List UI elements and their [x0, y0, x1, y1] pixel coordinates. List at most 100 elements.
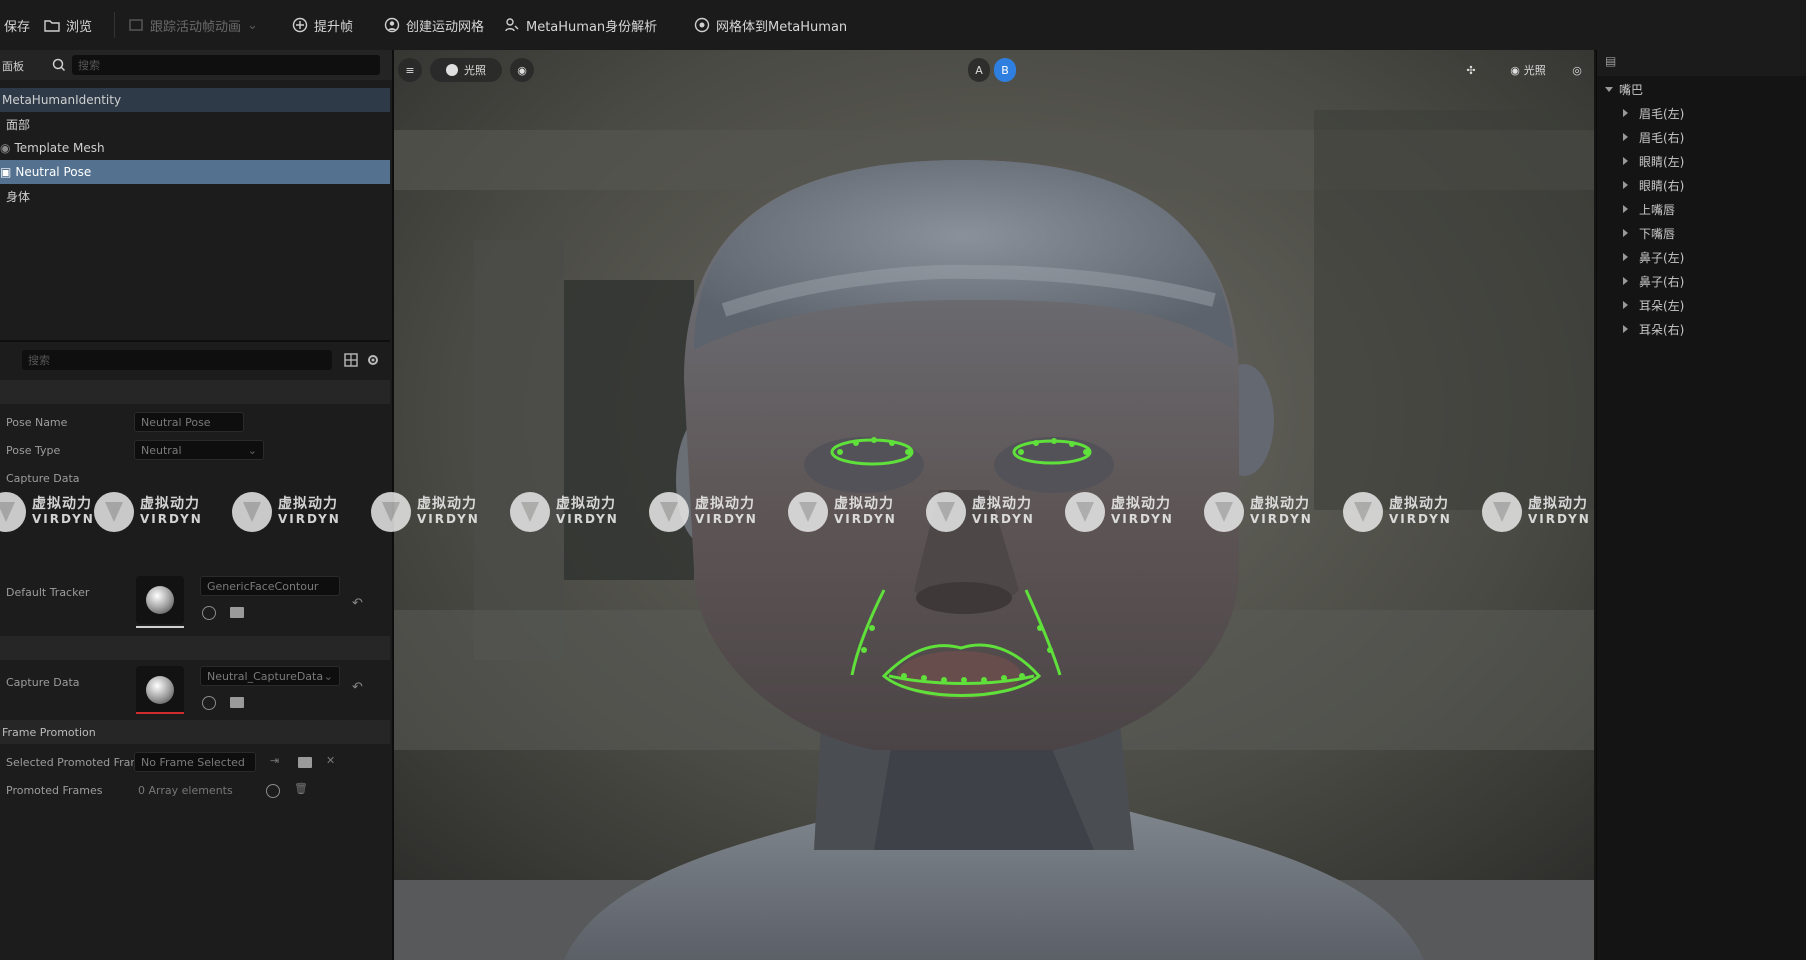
mesh-to-metahuman-icon	[694, 17, 710, 33]
landmark-item[interactable]: 眉毛(左)	[1597, 102, 1806, 124]
watermark: 虚拟动力VIRDYN	[371, 492, 480, 532]
chevron-down-icon	[1605, 86, 1613, 92]
grid-view-icon[interactable]	[344, 353, 358, 367]
chevron-right-icon	[1623, 205, 1628, 213]
search-icon	[52, 58, 66, 72]
ab-compare-b-button[interactable]: B	[994, 58, 1016, 82]
tree-item-label: 身体	[6, 189, 31, 204]
viewport-options-button[interactable]: ◎	[1566, 58, 1588, 82]
metahuman-identity-solve-icon	[505, 18, 519, 32]
tree-item-label: MetaHumanIdentity	[2, 93, 122, 107]
default-tracker-label: Default Tracker	[6, 585, 90, 599]
virdyn-logo	[926, 492, 966, 532]
landmark-item[interactable]: 眼睛(右)	[1597, 174, 1806, 196]
tracker-thumbnail[interactable]	[136, 576, 184, 624]
landmark-item[interactable]: 鼻子(左)	[1597, 246, 1806, 268]
create-mesh-button[interactable]: 创建运动网格	[384, 14, 484, 36]
show-flags-button[interactable]: ◉	[510, 58, 534, 82]
folder-icon[interactable]	[230, 697, 244, 708]
view-mode-label: 光照	[464, 64, 486, 77]
create-mesh-label: 创建运动网格	[406, 19, 485, 35]
virdyn-logo	[649, 492, 689, 532]
main-toolbar: 保存 浏览 跟踪活动帧动画 ⌄ 提升帧 创建运动网格 MetaHuman身份解析…	[0, 0, 1806, 51]
watermark-cn: 虚拟动力	[834, 496, 894, 512]
selected-promoted-frame-dropdown[interactable]: No Frame Selected	[134, 752, 256, 772]
capture-data-header-row: Capture Data	[0, 464, 390, 492]
tree-item-label: Template Mesh	[14, 141, 105, 155]
reset-icon[interactable]: ↶	[352, 596, 363, 611]
add-element-icon[interactable]	[266, 784, 280, 798]
metahuman-identity-solve-button[interactable]: MetaHuman身份解析	[504, 14, 657, 36]
outliner-search-input[interactable]: 搜索	[72, 55, 380, 75]
tree-item-metahuman-identity[interactable]: MetaHumanIdentity	[0, 88, 390, 112]
landmark-item[interactable]: 眉毛(右)	[1597, 126, 1806, 148]
lighting-toggle-button[interactable]: ◉ 光照	[1498, 58, 1558, 82]
default-tracker-dropdown[interactable]: GenericFaceContour	[200, 576, 340, 596]
landmark-panel: ▤ 嘴巴 眉毛(左) 眉毛(右) 眼睛(左) 眼睛(右) 上嘴唇 下嘴唇 鼻子(…	[1596, 50, 1806, 960]
landmark-item[interactable]: 眼睛(左)	[1597, 150, 1806, 172]
selected-promoted-frame-value: No Frame Selected	[141, 755, 245, 769]
close-icon[interactable]: ✕	[326, 754, 335, 767]
reset-icon[interactable]: ↶	[352, 680, 363, 695]
tree-item-body[interactable]: 身体	[0, 184, 390, 208]
promote-frame-icon	[292, 17, 308, 33]
view-mode-button[interactable]: 光照	[430, 58, 502, 82]
watermark-en: VIRDYN	[972, 512, 1035, 526]
lit-sphere-icon	[446, 64, 458, 76]
pose-name-field[interactable]: Neutral Pose	[134, 412, 244, 432]
landmark-item[interactable]: 耳朵(右)	[1597, 318, 1806, 340]
folder-icon[interactable]	[298, 757, 312, 768]
landmark-item[interactable]: 上嘴唇	[1597, 198, 1806, 220]
browse-asset-icon[interactable]	[202, 606, 216, 620]
tree-item-template-mesh[interactable]: ◉ Template Mesh	[0, 136, 390, 160]
browse-asset-icon[interactable]	[202, 696, 216, 710]
pose-type-dropdown[interactable]: Neutral ⌄	[134, 440, 264, 460]
viewport-menu-button[interactable]: ≡	[398, 58, 422, 82]
tree-item-face[interactable]: 面部	[0, 112, 390, 136]
landmark-item-label: 鼻子(左)	[1639, 250, 1685, 265]
lighting-icon: ◉	[1510, 63, 1520, 77]
capture-data-thumbnail[interactable]	[136, 666, 184, 714]
watermark-cn: 虚拟动力	[972, 496, 1032, 512]
chevron-right-icon	[1623, 109, 1628, 117]
details-category-row[interactable]	[0, 380, 390, 404]
watermark-en: VIRDYN	[1528, 512, 1591, 526]
chevron-right-icon	[1623, 133, 1628, 141]
details-subcategory-row[interactable]	[0, 636, 390, 660]
landmark-item[interactable]: 鼻子(右)	[1597, 270, 1806, 292]
watermark: 虚拟动力VIRDYN	[94, 492, 203, 532]
landmark-item[interactable]: 下嘴唇	[1597, 222, 1806, 244]
chevron-down-icon: ⌄	[323, 669, 333, 683]
watermark-cn: 虚拟动力	[695, 496, 755, 512]
mesh-to-metahuman-button[interactable]: 网格体到MetaHuman	[694, 14, 847, 36]
mesh-icon: ◉	[0, 141, 11, 155]
details-search-input[interactable]: 搜索	[22, 350, 332, 370]
ab-compare-a-button[interactable]: A	[968, 58, 990, 82]
folder-icon[interactable]	[230, 607, 244, 618]
ab-b-label: B	[1001, 63, 1009, 77]
watermark-en: VIRDYN	[32, 512, 95, 526]
tree-item-neutral-pose[interactable]: ▣ Neutral Pose	[0, 160, 390, 184]
camera-speed-button[interactable]: ✣	[1460, 58, 1482, 82]
track-active-frame-button[interactable]: 跟踪活动帧动画 ⌄	[128, 14, 258, 36]
arrow-icon[interactable]: ⇥	[270, 754, 279, 767]
outliner-tab-label[interactable]: 面板	[2, 58, 24, 74]
browse-button[interactable]: 浏览	[44, 14, 92, 36]
virdyn-logo	[788, 492, 828, 532]
frame-promotion-category[interactable]: Frame Promotion	[0, 720, 390, 744]
virdyn-logo	[232, 492, 272, 532]
capture-data-dropdown[interactable]: Neutral_CaptureData ⌄	[200, 666, 340, 686]
trash-icon[interactable]: 🗑	[294, 782, 308, 795]
tree-item-label: Neutral Pose	[15, 165, 92, 179]
capture-data-value: Neutral_CaptureData	[207, 669, 324, 683]
panel-splitter[interactable]	[0, 340, 390, 342]
watermark: 虚拟动力VIRDYN	[232, 492, 341, 532]
save-button[interactable]: 保存	[4, 14, 30, 36]
move-icon: ✣	[1466, 63, 1476, 77]
landmark-root[interactable]: 嘴巴	[1597, 78, 1806, 100]
gear-icon[interactable]	[366, 353, 380, 367]
panel-grip-icon[interactable]: ▤	[1605, 54, 1616, 68]
promote-frame-button[interactable]: 提升帧	[292, 14, 353, 36]
watermark-en: VIRDYN	[1250, 512, 1313, 526]
landmark-item[interactable]: 耳朵(左)	[1597, 294, 1806, 316]
